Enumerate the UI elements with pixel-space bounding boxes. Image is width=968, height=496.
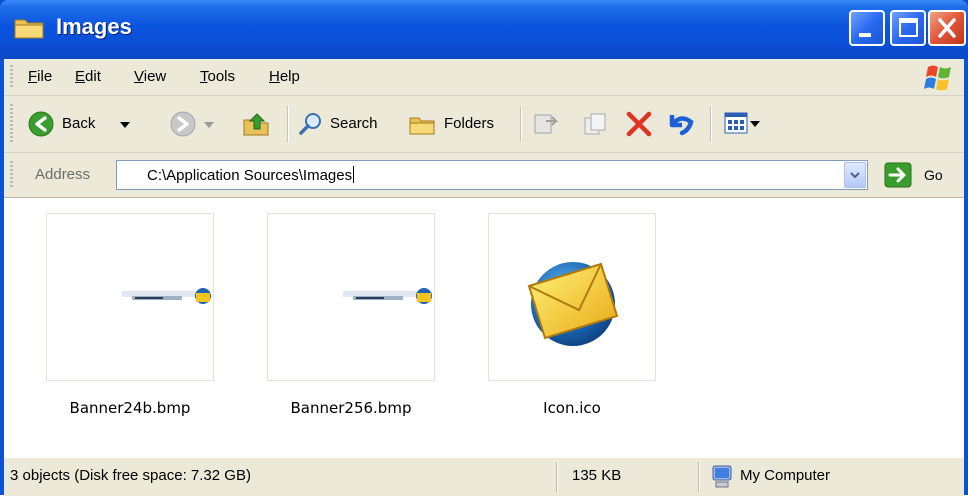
address-dropdown-button[interactable] (844, 162, 866, 188)
folders-icon (409, 117, 435, 135)
forward-arrow-icon (170, 111, 196, 137)
address-text: C:\Application Sources\Images (147, 167, 353, 184)
back-arrow-icon (28, 111, 54, 137)
back-dropdown-icon[interactable] (120, 122, 130, 128)
explorer-window: Images File Edit View Tools Help Back Se… (0, 0, 968, 496)
menu-file[interactable]: File (28, 68, 52, 85)
file-name[interactable]: Banner256.bmp (251, 399, 451, 417)
menu-file-accel: F (28, 68, 38, 85)
go-label: Go (924, 167, 943, 183)
addressbar-grip[interactable] (10, 161, 13, 189)
minimize-icon (859, 33, 871, 37)
banner-preview-image (122, 288, 211, 304)
banner-preview-image (343, 288, 432, 304)
forward-dropdown-icon (204, 122, 214, 128)
file-thumbnail[interactable] (46, 213, 214, 381)
close-button[interactable] (928, 10, 966, 46)
status-size: 135 KB (572, 467, 622, 484)
folders-label: Folders (444, 115, 495, 132)
menu-tools-accel: T (200, 68, 208, 85)
menu-bar: File Edit View Tools Help (4, 59, 964, 96)
search-label: Search (330, 115, 378, 132)
chevron-down-icon (850, 172, 860, 179)
standard-toolbar: Back Search Folders (4, 96, 964, 153)
windows-logo-icon (924, 65, 951, 91)
views-button[interactable] (718, 106, 768, 142)
file-thumbnail[interactable] (267, 213, 435, 381)
folder-icon (14, 19, 44, 39)
status-divider (556, 462, 557, 492)
window-title: Images (56, 14, 132, 39)
back-button[interactable]: Back (24, 102, 134, 144)
move-to-icon[interactable] (532, 110, 560, 138)
menu-file-label: ile (37, 68, 53, 85)
toolbar-grip[interactable] (10, 104, 13, 144)
back-label: Back (62, 115, 96, 132)
toolbar-separator (287, 106, 288, 142)
address-value: C:\Application Sources\Images (147, 166, 355, 184)
search-icon (299, 113, 321, 135)
title-bar[interactable]: Images (0, 0, 968, 59)
views-dropdown-icon (750, 121, 760, 127)
text-caret (353, 166, 355, 183)
status-bar: 3 objects (Disk free space: 7.32 GB) 135… (4, 457, 964, 496)
menu-view[interactable]: View (134, 68, 166, 85)
file-list-view[interactable]: Banner24b.bmp Banner256.bmp Icon.ico (4, 198, 964, 456)
status-object-count: 3 objects (Disk free space: 7.32 GB) (10, 467, 251, 484)
up-folder-icon[interactable] (242, 110, 270, 138)
file-thumbnail[interactable] (488, 213, 656, 381)
copy-to-icon[interactable] (582, 110, 610, 138)
toolbar-separator (520, 106, 521, 142)
menu-view-label: iew (143, 68, 167, 85)
folders-button[interactable]: Folders (406, 102, 510, 144)
go-button[interactable]: Go (874, 160, 954, 190)
menu-view-accel: V (134, 68, 144, 85)
menu-tools[interactable]: Tools (200, 68, 235, 85)
menu-edit[interactable]: Edit (75, 68, 101, 85)
my-computer-icon (712, 465, 732, 488)
maximize-button[interactable] (890, 10, 926, 46)
views-icon (724, 112, 748, 134)
delete-icon[interactable] (624, 109, 654, 139)
menu-edit-accel: E (75, 68, 86, 85)
menu-edit-label: dit (85, 68, 101, 85)
menubar-grip[interactable] (10, 65, 13, 89)
envelope-icon (527, 262, 619, 346)
menu-help-label: elp (279, 68, 300, 85)
menu-help-accel: H (269, 68, 280, 85)
forward-button[interactable] (164, 102, 216, 144)
minimize-button[interactable] (849, 10, 885, 46)
status-divider (698, 462, 699, 492)
status-zone: My Computer (740, 467, 831, 484)
close-icon (938, 18, 956, 38)
file-name[interactable]: Banner24b.bmp (30, 399, 230, 417)
menu-help[interactable]: Help (269, 68, 300, 85)
go-arrow-icon (884, 162, 912, 188)
menu-tools-label: ools (207, 68, 236, 85)
file-name[interactable]: Icon.ico (472, 399, 672, 417)
address-bar: Address C:\Application Sources\Images Go (4, 153, 964, 198)
address-label: Address (35, 166, 91, 183)
toolbar-separator (710, 106, 711, 142)
undo-icon[interactable] (666, 109, 696, 139)
client-area: File Edit View Tools Help Back Search Fo… (4, 59, 964, 496)
address-input[interactable]: C:\Application Sources\Images (116, 160, 868, 190)
maximize-icon (899, 18, 918, 37)
search-button[interactable]: Search (296, 102, 394, 144)
